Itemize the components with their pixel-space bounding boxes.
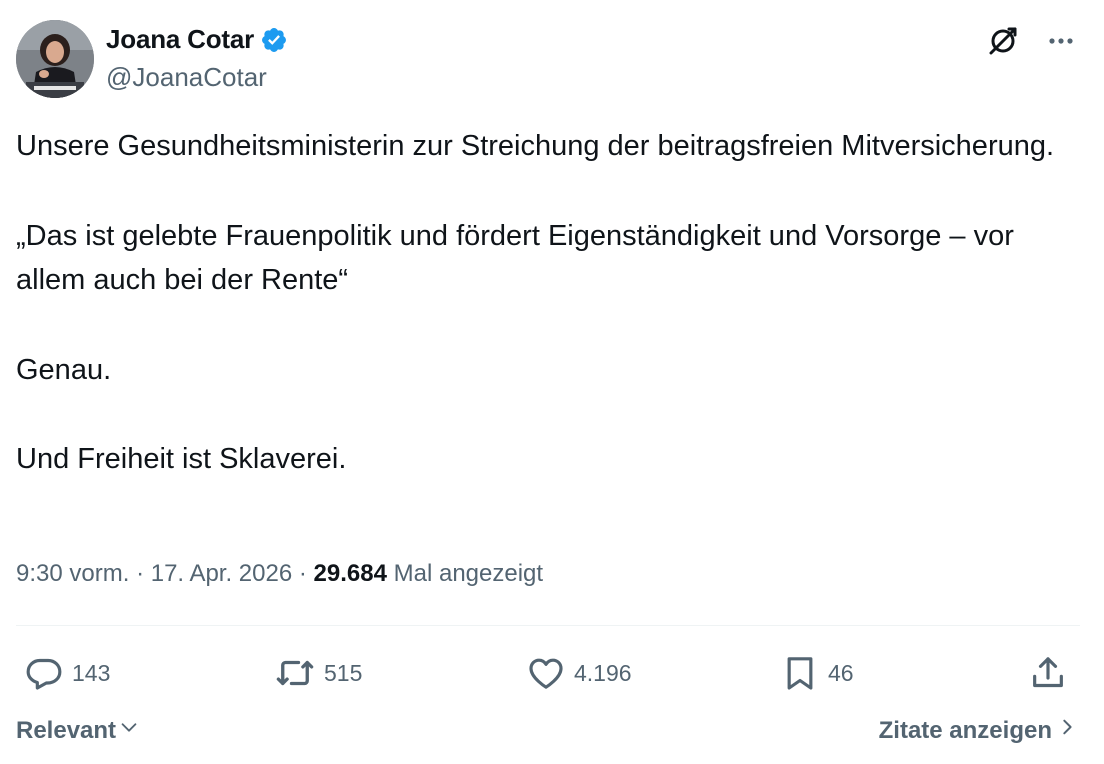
tweet-card: Joana Cotar @JoanaCotar Unsere Gesundhei… xyxy=(0,0,1104,764)
views-label: Mal angezeigt xyxy=(393,560,544,587)
header-actions xyxy=(986,24,1078,58)
author-name-row[interactable]: Joana Cotar xyxy=(106,24,288,55)
avatar-image xyxy=(16,20,94,98)
views-count: 29.684 xyxy=(313,560,387,587)
repost-count: 515 xyxy=(324,659,363,686)
like-count: 4.196 xyxy=(574,659,632,686)
bookmark-count: 46 xyxy=(828,659,854,686)
repost-icon xyxy=(274,652,316,694)
heart-icon xyxy=(526,653,566,693)
view-quotes-label: Zitate anzeigen xyxy=(878,716,1052,744)
tweet-paragraph: Unsere Gesundheitsministerin zur Streich… xyxy=(16,130,1055,162)
meta-separator: · xyxy=(136,560,145,587)
sort-replies-dropdown[interactable]: Relevant xyxy=(16,716,140,745)
grok-icon[interactable] xyxy=(986,24,1020,58)
meta-separator: · xyxy=(298,560,307,587)
author-display-name[interactable]: Joana Cotar xyxy=(106,24,254,55)
tweet-time[interactable]: 9:30 vorm. xyxy=(16,560,129,587)
more-icon[interactable] xyxy=(1044,24,1078,58)
reply-icon xyxy=(24,653,64,693)
tweet-meta: 9:30 vorm. · 17. Apr. 2026 · 29.684 Mal … xyxy=(16,560,543,588)
share-button[interactable] xyxy=(1028,648,1068,698)
sort-label: Relevant xyxy=(16,716,117,744)
tweet-paragraph: „Das ist gelebte Frauenpolitik und förde… xyxy=(16,219,1014,297)
like-button[interactable]: 4.196 xyxy=(526,648,632,698)
reply-count: 143 xyxy=(72,659,111,686)
chevron-right-icon xyxy=(1058,716,1076,745)
avatar[interactable] xyxy=(16,20,94,98)
bookmark-button[interactable]: 46 xyxy=(780,648,854,698)
tweet-date[interactable]: 17. Apr. 2026 xyxy=(151,560,292,587)
tweet-paragraph: Genau. xyxy=(16,353,112,386)
share-icon xyxy=(1028,653,1068,693)
action-bar: 143 515 4.196 46 xyxy=(0,648,1104,698)
repost-button[interactable]: 515 xyxy=(274,648,362,698)
tweet-paragraph: Und Freiheit ist Sklaverei. xyxy=(16,443,347,475)
view-quotes-link[interactable]: Zitate anzeigen xyxy=(879,716,1076,745)
author-handle[interactable]: @JoanaCotar xyxy=(106,62,267,93)
reply-button[interactable]: 143 xyxy=(24,648,110,698)
bookmark-icon xyxy=(780,653,820,693)
chevron-down-icon xyxy=(118,716,140,745)
verified-badge-icon xyxy=(260,26,288,54)
tweet-text: Unsere Gesundheitsministerin zur Streich… xyxy=(16,124,1086,482)
divider xyxy=(16,625,1080,626)
